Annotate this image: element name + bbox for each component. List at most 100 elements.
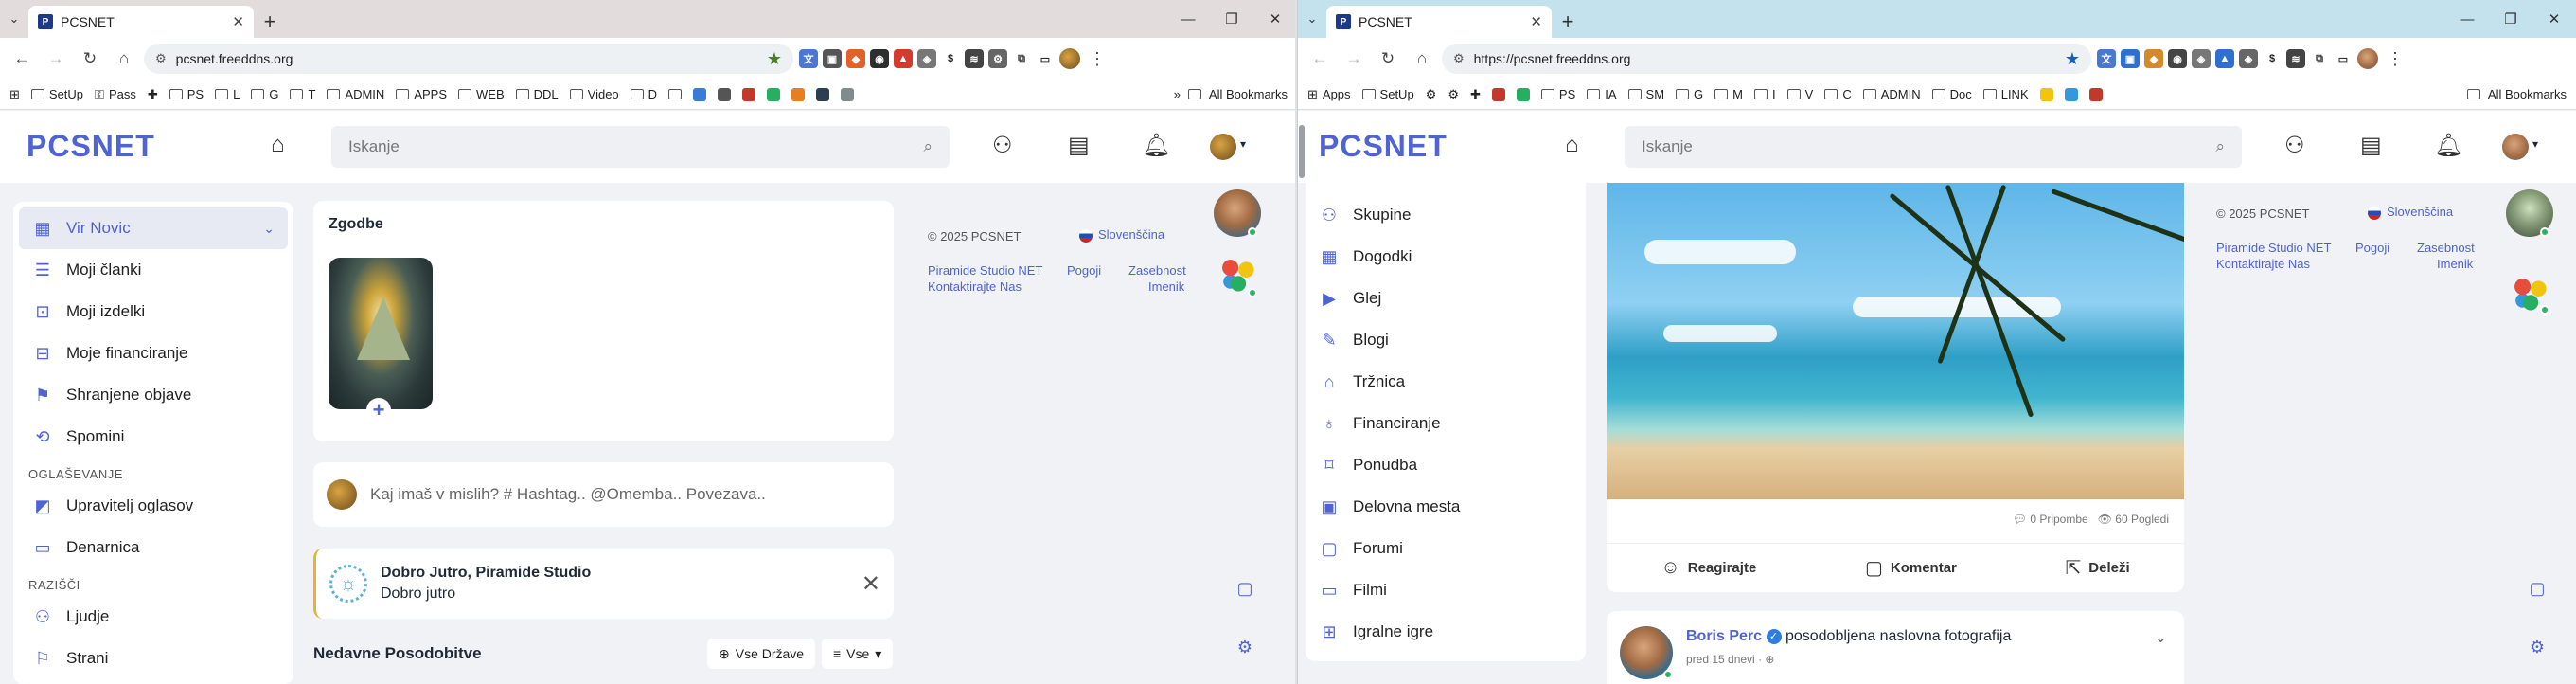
puzzle-icon[interactable]: ⧉ [1012,49,1031,68]
sidebar-item-pages[interactable]: ⚐ Strani [19,638,288,679]
bookmarks-overflow[interactable]: All Bookmarks [2466,87,2567,101]
bookmark-site-icon[interactable] [718,87,732,101]
bookmark-folder[interactable]: G [1676,87,1703,101]
bookmark-folder[interactable]: D [630,87,657,101]
footer-link-terms[interactable]: Pogoji [2355,241,2389,255]
home-feed-icon[interactable]: ⌂ [1565,132,1579,158]
tab-pcsnet[interactable]: P PCSNET ✕ [28,6,254,38]
footer-link-contact[interactable]: Kontaktirajte Nas [2216,257,2310,271]
sidebar-toggle-icon[interactable]: ▭ [1036,49,1055,68]
notifications-bell-icon[interactable]: 🔔︎ [1142,132,1170,159]
post-options-chevron-icon[interactable]: ⌄ [2155,628,2167,647]
settings-gear-icon[interactable]: ⚙ [1229,631,1261,663]
shield-ext-icon[interactable]: ◈ [2239,49,2258,68]
home-feed-icon[interactable]: ⌂ [271,132,285,158]
bookmark-folder[interactable]: SM [1627,87,1664,101]
bookmark-folder[interactable]: I [1754,87,1776,101]
bookmark-site-icon[interactable] [767,87,781,101]
dollar-ext-icon[interactable]: $ [2263,49,2282,68]
dollar-ext-icon[interactable]: $ [941,49,960,68]
search-icon[interactable]: ⌕ [923,137,933,156]
gear-icon[interactable]: ⚙ [1448,87,1459,102]
shield-ext-icon[interactable]: ◈ [917,49,936,68]
sidebar-item-ads-manager[interactable]: ◩ Upravitelj oglasov [19,485,288,527]
maximize-icon[interactable]: ❐ [2489,0,2532,38]
ext-icon[interactable]: ◉ [870,49,889,68]
bookmark-folder[interactable]: ADMIN [327,87,384,101]
page-scrollbar[interactable] [1299,125,1305,178]
sidebar-item-wallet[interactable]: ▭ Denarnica [19,527,288,568]
sidebar-item-people[interactable]: ⚇ Ljudje [19,596,288,638]
nav-item-events[interactable]: ▦ Dogodki [1319,236,1572,278]
user-menu-chevron-icon[interactable]: ▾ [1240,137,1246,151]
drive-icon[interactable] [2039,87,2053,101]
language-switch[interactable]: Slovenščina [2368,205,2453,220]
nav-item-groups[interactable]: ⚇ Skupine [1319,194,1572,236]
footer-link-privacy[interactable]: Zasebnost [1128,263,1186,278]
footer-link-contact[interactable]: Kontaktirajte Nas [928,279,1022,294]
ext-icon[interactable]: ≋ [965,49,984,68]
search-input[interactable]: Iskanje ⌕ [1625,126,2242,168]
footer-link-piramide[interactable]: Piramide Studio NET [2216,241,2331,255]
ext-icon[interactable]: ◉ [2168,49,2187,68]
story-thumbnail[interactable] [329,258,433,409]
bookmark-star-icon[interactable]: ★ [767,49,782,69]
site-logo[interactable]: PCSNET [27,129,155,164]
sidebar-item-my-articles[interactable]: ☰ Moji članki [19,249,288,291]
menu-dots-icon[interactable]: ⋮ [2387,49,2404,69]
site-info-icon[interactable]: ⚙ [155,51,167,66]
sidebar-item-saved-posts[interactable]: ⚑ Shranjene objave [19,374,288,416]
sidebar-toggle-icon[interactable]: ▭ [2334,49,2353,68]
new-tab-button[interactable]: + [1552,6,1584,38]
sidebar-item-my-funding[interactable]: ⊟ Moje financiranje [19,333,288,374]
nav-item-offers[interactable]: ⌑ Ponudba [1319,444,1572,486]
chat-icon[interactable]: ▢ [2521,572,2553,604]
back-icon[interactable]: ← [1306,45,1334,73]
gmail-icon[interactable] [2088,87,2103,101]
bookmark-folder[interactable]: PS [169,87,204,101]
maximize-icon[interactable]: ❐ [1210,0,1253,38]
nav-item-forums[interactable]: ▢ Forumi [1319,528,1572,569]
apps-grid-icon[interactable]: ⊞ [9,87,20,102]
puzzle-icon[interactable]: ✚ [1470,87,1481,102]
google-icon[interactable] [1491,87,1505,101]
tab-search-icon[interactable]: ⌄ [0,0,28,38]
bookmark-item[interactable]: ⚿ Pass [95,87,136,102]
react-button[interactable]: ☺ Reagirajte [1661,557,1756,579]
comment-count[interactable]: 💬︎ 0 Pripombe [2013,513,2088,526]
post-image-beach[interactable] [1607,183,2184,499]
ext-icon[interactable]: ◆ [2144,49,2163,68]
gear-icon[interactable]: ⚙ [1426,87,1437,102]
address-bar[interactable]: ⚙ pcsnet.freeddns.org ★ [144,44,793,74]
forward-icon[interactable]: → [1340,45,1368,73]
bookmark-folder[interactable]: Video [569,87,619,101]
filter-all-button[interactable]: ≡ Vse ▾ [822,639,894,669]
minimize-icon[interactable]: — [1166,0,1210,38]
notifications-bell-icon[interactable]: 🔔︎ [2434,132,2462,159]
footer-link-privacy[interactable]: Zasebnost [2417,241,2475,255]
user-avatar[interactable] [2502,134,2529,160]
nav-item-films[interactable]: ▭ Filmi [1319,569,1572,611]
sidebar-item-news-feed[interactable]: ▦ Vir Novic ⌄ [19,207,288,249]
tab-pcsnet[interactable]: P PCSNET ✕ [1326,6,1552,38]
messages-icon[interactable]: ▤ [2360,132,2382,159]
bookmark-folder[interactable]: G [251,87,278,101]
close-tab-icon[interactable]: ✕ [1530,13,1542,30]
bookmark-apps[interactable]: ⊞ Apps [1307,87,1351,102]
puzzle-icon[interactable]: ⧉ [2310,49,2329,68]
bookmarks-overflow[interactable]: » All Bookmarks [1174,87,1288,101]
tab-search-icon[interactable]: ⌄ [1298,0,1326,38]
bookmark-folder[interactable]: V [1786,87,1813,101]
bookmark-folder[interactable]: ADMIN [1862,87,1921,101]
nav-item-blogs[interactable]: ✎ Blogi [1319,319,1572,361]
bookmark-folder[interactable]: APPS [396,87,447,101]
chat-icon[interactable]: ▢ [1229,572,1261,604]
nav-item-games[interactable]: ⊞ Igralne igre [1319,611,1572,653]
bookmark-item[interactable]: ✚ [148,87,158,102]
translate-ext-icon[interactable]: 文 [799,49,818,68]
bookmark-site-icon[interactable] [791,87,806,101]
bookmark-folder[interactable]: SetUp [1361,87,1414,101]
settings-gear-icon[interactable]: ⚙ [2521,631,2553,663]
bookmark-folder[interactable]: DDL [515,87,559,101]
lock-ext-icon[interactable]: ▲ [894,49,913,68]
